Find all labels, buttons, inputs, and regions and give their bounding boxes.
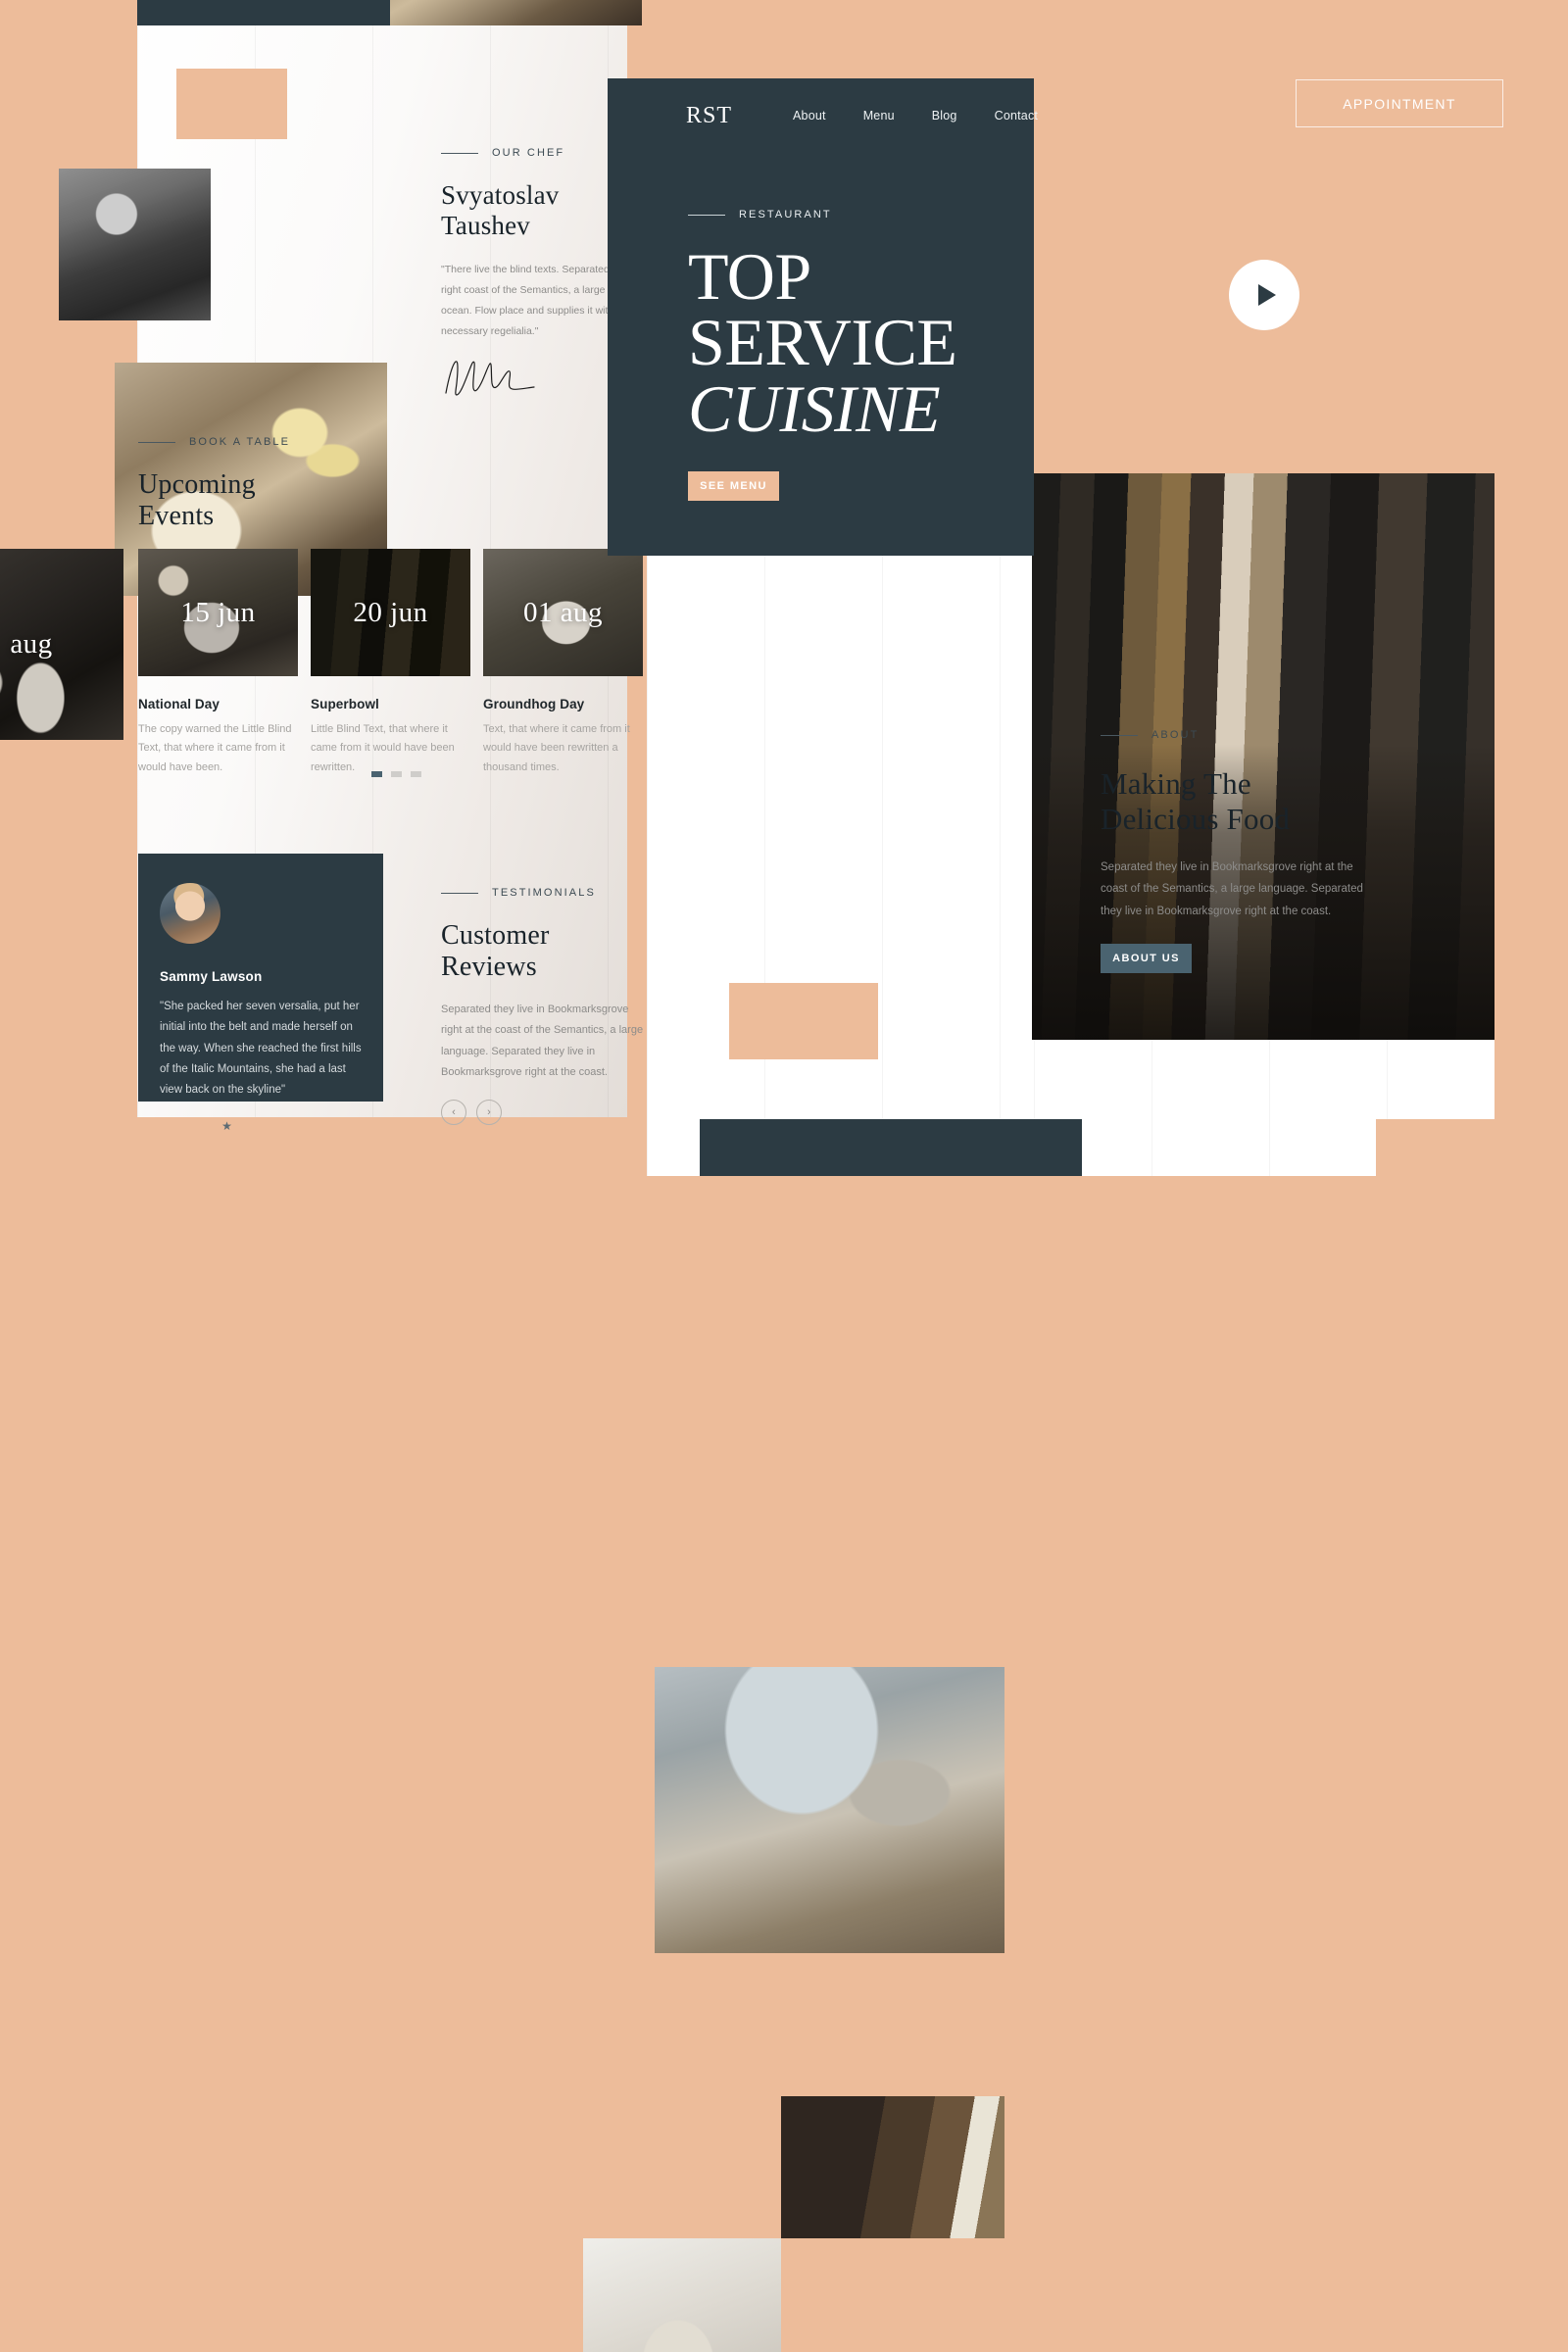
about-title-line2: Delicious Food	[1101, 801, 1291, 836]
about-us-label: ABOUT US	[1112, 953, 1180, 965]
testimonial-name: Sammy Lawson	[160, 969, 263, 984]
eyebrow-rule	[441, 152, 478, 154]
testimonials-prev-button[interactable]: ‹	[441, 1099, 466, 1125]
eyebrow-rule	[441, 892, 478, 894]
about-eyebrow: ABOUT	[1101, 729, 1385, 741]
event-desc-3: Text, that where it came from it would h…	[483, 723, 630, 773]
pagination-dot-1[interactable]	[371, 771, 382, 777]
event-desc-2: Little Blind Text, that where it came fr…	[311, 723, 455, 773]
star-icon-3: ★	[190, 1119, 202, 1134]
nav-item-blog[interactable]: Blog	[932, 109, 957, 122]
about-peach-accent-block	[729, 983, 878, 1059]
chef-peach-accent-block	[176, 69, 287, 139]
event-image: 15 jun	[138, 549, 298, 676]
testimonials-title: Customer Reviews	[441, 920, 642, 984]
event-desc-1: The copy warned the Little Blind Text, t…	[138, 723, 292, 773]
events-title: Upcoming Events	[138, 469, 373, 533]
chevron-left-icon: ‹	[452, 1105, 456, 1118]
chef-signature-icon	[445, 360, 535, 396]
testimonials-title-line1: Customer	[441, 920, 550, 951]
star-icon-2: ★	[174, 1119, 186, 1134]
testimonials-title-line2: Reviews	[441, 952, 537, 983]
chef-eyebrow-label: OUR CHEF	[492, 147, 565, 159]
event-date-1: 15 jun	[180, 596, 256, 628]
event-image: 20 jun	[311, 549, 470, 676]
pagination-dot-2[interactable]	[391, 771, 402, 777]
testimonials-next-button[interactable]: ›	[476, 1099, 502, 1125]
star-icon-1: ★	[160, 1119, 171, 1134]
events-pagination[interactable]	[371, 771, 421, 777]
event-date-0: aug	[10, 628, 53, 660]
hero-title-line1: TOP	[688, 239, 811, 314]
event-card[interactable]: 15 jun National Day The copy warned the …	[138, 549, 298, 777]
events-eyebrow-label: BOOK A TABLE	[189, 436, 291, 448]
event-date-3: 01 aug	[522, 596, 604, 628]
events-title-line1: Upcoming	[138, 469, 256, 500]
testimonial-card: Sammy Lawson "She packed her seven versa…	[138, 854, 383, 1133]
star-icon-4: ★	[206, 1119, 218, 1134]
hero-title-line3: CUISINE	[688, 370, 941, 446]
events-eyebrow: BOOK A TABLE	[138, 436, 373, 448]
about-cutlery-photo	[655, 1667, 1004, 1953]
about-title-line1: Making The	[1101, 766, 1251, 801]
testimonial-body: Sammy Lawson "She packed her seven versa…	[160, 969, 363, 1133]
nav-item-menu[interactable]: Menu	[863, 109, 895, 122]
event-title-3: Groundhog Day	[483, 697, 585, 711]
nav-item-about[interactable]: About	[793, 109, 826, 122]
events-section-header: BOOK A TABLE Upcoming Events	[138, 436, 373, 533]
chef-portrait-photo	[59, 169, 211, 320]
video-play-button[interactable]	[1229, 260, 1299, 330]
hero-title-line2: SERVICE	[688, 305, 957, 380]
appointment-label: APPOINTMENT	[1343, 95, 1456, 112]
hero-title: TOP SERVICE CUISINE	[688, 239, 1002, 446]
event-date-2: 20 jun	[353, 596, 428, 628]
avatar	[160, 883, 220, 944]
testimonials-eyebrow: TESTIMONIALS	[441, 887, 642, 899]
testimonials-desc: Separated they live in Bookmarksgrove ri…	[441, 1003, 644, 1079]
rating-stars: ★ ★ ★ ★ ★	[160, 1119, 363, 1133]
footer-dark-strip	[700, 1119, 1082, 1176]
pagination-dot-3[interactable]	[411, 771, 421, 777]
footer-peach-accent	[1376, 1119, 1568, 1176]
about-table-photo	[781, 2096, 1004, 2238]
events-title-line2: Events	[138, 501, 215, 532]
eyebrow-rule	[138, 441, 175, 443]
event-title-1: National Day	[138, 697, 220, 711]
eyebrow-rule	[1101, 734, 1138, 736]
about-desc: Separated they live in Bookmarksgrove ri…	[1101, 860, 1363, 917]
hero-eyebrow: RESTAURANT	[688, 209, 1002, 220]
logo[interactable]: RST	[686, 103, 732, 129]
mockup-canvas: OUR CHEF Svyatoslav Taushev "There live …	[0, 0, 1568, 2352]
event-title-2: Superbowl	[311, 697, 379, 711]
chevron-right-icon: ›	[487, 1105, 491, 1118]
hero-content: RESTAURANT TOP SERVICE CUISINE SEE MENU	[688, 209, 1002, 501]
top-photo-dark-overlay	[137, 0, 390, 25]
event-card[interactable]: 20 jun Superbowl Little Blind Text, that…	[311, 549, 470, 777]
site-navigation: RST About Menu Blog Contact	[608, 90, 1038, 141]
event-card[interactable]: 01 aug Groundhog Day Text, that where it…	[483, 549, 643, 777]
testimonials-section-header: TESTIMONIALS Customer Reviews Separated …	[441, 887, 643, 1125]
about-pasta-photo	[583, 2238, 781, 2352]
appointment-button[interactable]: APPOINTMENT	[1296, 79, 1503, 127]
testimonial-quote: "She packed her seven versalia, put her …	[160, 1001, 362, 1097]
testimonials-eyebrow-label: TESTIMONIALS	[492, 887, 596, 899]
about-title: Making The Delicious Food	[1101, 766, 1385, 837]
eyebrow-rule	[688, 214, 725, 216]
event-image: aug	[0, 549, 123, 740]
hero-panel: RST About Menu Blog Contact RESTAURANT T…	[608, 78, 1038, 556]
nav-item-contact[interactable]: Contact	[995, 109, 1038, 122]
see-menu-button[interactable]: SEE MENU	[688, 470, 779, 501]
about-eyebrow-label: ABOUT	[1152, 729, 1200, 741]
event-card-partial[interactable]: aug	[0, 549, 123, 740]
about-us-button[interactable]: ABOUT US	[1101, 944, 1192, 974]
event-image: 01 aug	[483, 549, 643, 676]
play-icon	[1257, 284, 1276, 306]
about-section: ABOUT Making The Delicious Food Separate…	[1101, 729, 1385, 974]
hero-eyebrow-label: RESTAURANT	[739, 209, 832, 220]
see-menu-label: SEE MENU	[700, 479, 767, 492]
star-icon-5: ★	[221, 1119, 232, 1134]
nav-links: About Menu Blog Contact	[793, 109, 1038, 122]
